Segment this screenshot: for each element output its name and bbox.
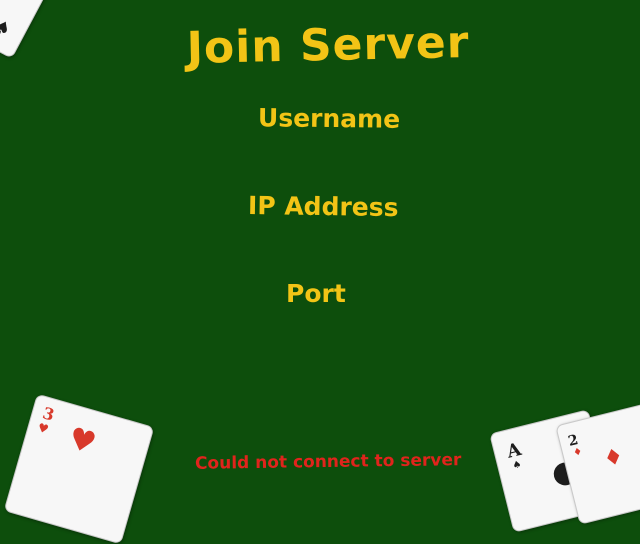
card-rank: A [504,438,524,463]
port-field[interactable]: Port [286,279,346,308]
diamond-icon: ♦ [601,443,627,473]
heart-icon: ♥ [64,420,100,462]
decor-card-three-of-hearts: 3 ♥ ♥ [3,393,155,544]
spade-icon: ♠ [511,459,523,472]
page-title: Join Server [186,17,470,74]
spade-icon: ♠ [0,15,15,42]
heart-icon: ♥ [36,420,51,437]
error-message: Could not connect to server [194,450,462,474]
diamond-icon: ♦ [572,446,584,460]
username-field[interactable]: Username [258,103,400,133]
ip-address-field[interactable]: IP Address [248,191,399,222]
